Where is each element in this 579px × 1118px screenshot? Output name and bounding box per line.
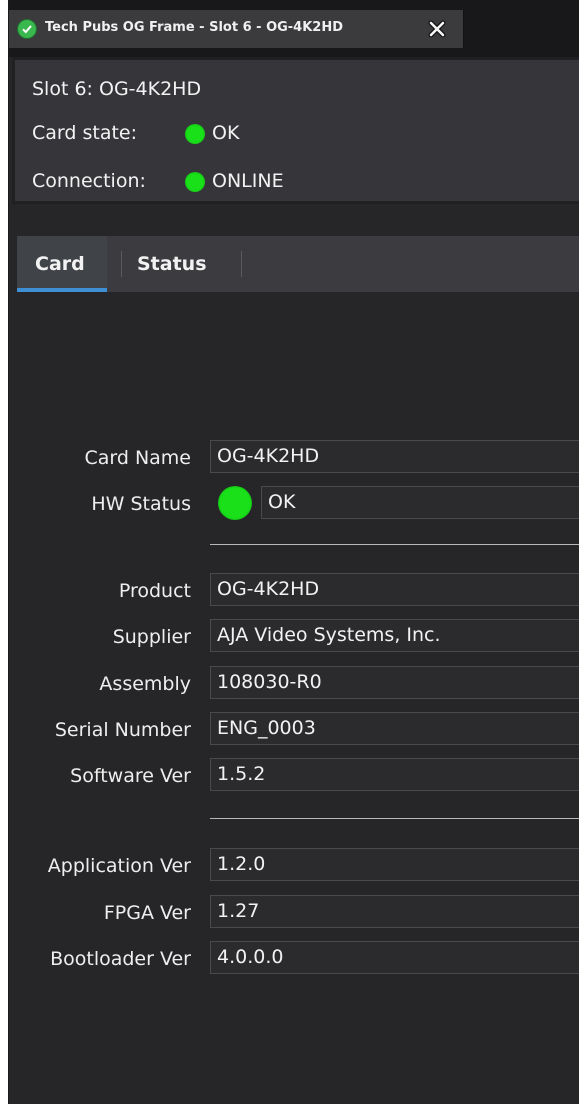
- assembly-field[interactable]: 108030-R0: [210, 666, 579, 699]
- assembly-label: Assembly: [99, 673, 191, 695]
- section-divider: [210, 818, 579, 819]
- card-state-label: Card state:: [32, 122, 138, 144]
- card-name-field[interactable]: OG-4K2HD: [210, 440, 579, 473]
- tab-status-label: Status: [137, 253, 207, 275]
- card-state-indicator-icon: [185, 124, 205, 144]
- panel-tabs: Card Status: [17, 236, 579, 292]
- software-ver-label: Software Ver: [70, 765, 191, 787]
- document-tab-title: Tech Pubs OG Frame - Slot 6 - OG-4K2HD: [45, 20, 344, 35]
- tab-separator: [121, 251, 122, 277]
- check-circle-icon: [17, 19, 37, 39]
- software-ver-field[interactable]: 1.5.2: [210, 758, 579, 791]
- card-properties-panel: Card Name OG-4K2HD HW Status OK Product …: [9, 292, 579, 1104]
- card-state-value: OK: [212, 122, 240, 144]
- hw-status-label: HW Status: [91, 493, 191, 515]
- bootloader-ver-field[interactable]: 4.0.0.0: [210, 941, 579, 974]
- serial-number-label: Serial Number: [54, 719, 191, 741]
- serial-number-field[interactable]: ENG_0003: [210, 712, 579, 745]
- application-ver-field[interactable]: 1.2.0: [210, 848, 579, 881]
- close-x-icon[interactable]: [427, 19, 447, 39]
- connection-label: Connection:: [32, 170, 146, 192]
- card-info-panel: Slot 6: OG-4K2HD Card state: OK Connecti…: [12, 57, 579, 204]
- supplier-label: Supplier: [112, 626, 191, 648]
- tab-separator: [241, 251, 242, 277]
- slot-title: Slot 6: OG-4K2HD: [32, 78, 202, 100]
- product-field[interactable]: OG-4K2HD: [210, 573, 579, 606]
- tab-card[interactable]: Card: [17, 236, 107, 292]
- connection-indicator-icon: [185, 172, 205, 192]
- card-window: Tech Pubs OG Frame - Slot 6 - OG-4K2HD S…: [9, 0, 579, 1104]
- card-name-label: Card Name: [84, 447, 191, 469]
- tab-card-label: Card: [35, 253, 85, 275]
- document-tab[interactable]: Tech Pubs OG Frame - Slot 6 - OG-4K2HD: [9, 10, 464, 48]
- supplier-field[interactable]: AJA Video Systems, Inc.: [210, 619, 579, 652]
- title-bar: Tech Pubs OG Frame - Slot 6 - OG-4K2HD: [9, 0, 579, 57]
- product-label: Product: [118, 580, 191, 602]
- application-ver-label: Application Ver: [47, 855, 191, 877]
- bootloader-ver-label: Bootloader Ver: [50, 948, 191, 970]
- connection-value: ONLINE: [212, 170, 284, 192]
- hw-status-indicator-icon: [218, 486, 252, 520]
- section-divider: [210, 544, 579, 545]
- fpga-ver-field[interactable]: 1.27: [210, 895, 579, 928]
- tab-status[interactable]: Status: [123, 236, 241, 292]
- fpga-ver-label: FPGA Ver: [103, 902, 191, 924]
- hw-status-field: OK: [261, 486, 579, 519]
